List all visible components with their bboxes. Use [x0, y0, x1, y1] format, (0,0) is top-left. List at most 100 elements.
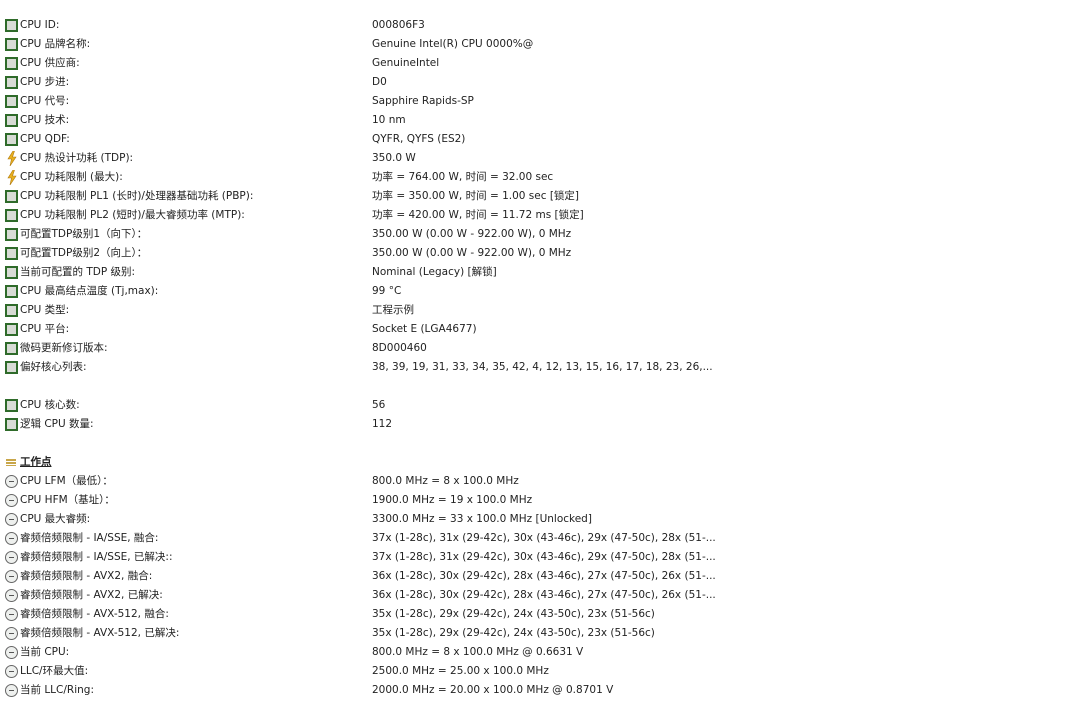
property-row[interactable]: 睿频倍频限制 - AVX2, 已解决: 36x (1-28c), 30x (29-… — [0, 586, 1088, 605]
clock-icon — [5, 513, 18, 526]
chip-icon — [5, 418, 18, 431]
property-row[interactable]: CPU 代号: Sapphire Rapids-SP — [0, 92, 1088, 111]
property-row[interactable]: 睿频倍频限制 - AVX-512, 已解决: 35x (1-28c), 29x (… — [0, 624, 1088, 643]
property-value: 功率 = 420.00 W, 时间 = 11.72 ms [锁定] — [372, 209, 584, 221]
chip-icon — [5, 190, 18, 203]
property-row[interactable]: CPU 功耗限制 PL2 (短时)/最大睿频功率 (MTP): 功率 = 420.… — [0, 206, 1088, 225]
clock-icon — [5, 475, 18, 488]
property-value: QYFR, QYFS (ES2) — [372, 133, 466, 145]
property-label: CPU 功耗限制 (最大): — [20, 171, 123, 183]
clock-icon — [5, 589, 18, 602]
property-value: 56 — [372, 399, 386, 411]
property-value: 800.0 MHz = 8 x 100.0 MHz — [372, 475, 519, 487]
property-value: GenuineIntel — [372, 57, 440, 69]
chip-icon — [5, 266, 18, 279]
chip-icon — [5, 209, 18, 222]
property-label: 可配置TDP级别2（向上）： — [20, 247, 148, 259]
blank-row — [0, 434, 1088, 453]
property-label: 睿频倍频限制 - AVX2, 已解决: — [20, 589, 163, 601]
property-label: CPU 品牌名称: — [20, 38, 91, 50]
property-label: CPU HFM（基址）： — [20, 494, 115, 506]
property-label: 逻辑 CPU 数量: — [20, 418, 94, 430]
property-label: 睿频倍频限制 - AVX-512, 已解决: — [20, 627, 180, 639]
property-row[interactable]: 睿频倍频限制 - IA/SSE, 融合: 37x (1-28c), 31x (29… — [0, 529, 1088, 548]
property-row[interactable]: 当前可配置的 TDP 级别: Nominal (Legacy) [解锁] — [0, 263, 1088, 282]
chip-icon — [5, 133, 18, 146]
section-title: 工作点 — [20, 456, 52, 468]
property-label: 当前可配置的 TDP 级别: — [20, 266, 136, 278]
chip-icon — [5, 304, 18, 317]
bolt-icon — [7, 150, 17, 167]
chip-icon — [5, 76, 18, 89]
chip-icon — [5, 57, 18, 70]
property-value: 350.00 W (0.00 W - 922.00 W), 0 MHz — [372, 247, 572, 259]
property-value: Nominal (Legacy) [解锁] — [372, 266, 497, 278]
property-row[interactable]: 当前 CPU: 800.0 MHz = 8 x 100.0 MHz @ 0.663… — [0, 643, 1088, 662]
property-label: CPU ID: — [20, 19, 60, 31]
property-value: 1900.0 MHz = 19 x 100.0 MHz — [372, 494, 533, 506]
property-value: 3300.0 MHz = 33 x 100.0 MHz [Unlocked] — [372, 513, 592, 525]
property-row[interactable]: CPU 最大睿频: 3300.0 MHz = 33 x 100.0 MHz [Un… — [0, 510, 1088, 529]
property-row[interactable]: CPU 品牌名称: Genuine Intel(R) CPU 0000%@ — [0, 35, 1088, 54]
property-row[interactable]: CPU 平台: Socket E (LGA4677) — [0, 320, 1088, 339]
property-label: 睿频倍频限制 - AVX2, 融合: — [20, 570, 153, 582]
property-row[interactable]: CPU LFM（最低）： 800.0 MHz = 8 x 100.0 MHz — [0, 472, 1088, 491]
property-label: 可配置TDP级别1（向下）： — [20, 228, 148, 240]
property-row[interactable]: CPU 最高结点温度 (Tj,max): 99 °C — [0, 282, 1088, 301]
property-label: LLC/环最大值: — [20, 665, 89, 677]
property-row[interactable]: CPU ID: 000806F3 — [0, 16, 1088, 35]
property-value: 37x (1-28c), 31x (29-42c), 30x (43-46c),… — [372, 551, 716, 563]
property-row[interactable]: CPU QDF: QYFR, QYFS (ES2) — [0, 130, 1088, 149]
property-value: 35x (1-28c), 29x (29-42c), 24x (43-50c),… — [372, 627, 655, 639]
property-label: 当前 LLC/Ring: — [20, 684, 94, 696]
property-row[interactable]: 偏好核心列表: 38, 39, 19, 31, 33, 34, 35, 42, 4… — [0, 358, 1088, 377]
clock-icon — [5, 684, 18, 697]
chip-icon — [5, 114, 18, 127]
property-value: 38, 39, 19, 31, 33, 34, 35, 42, 4, 12, 1… — [372, 361, 713, 373]
property-row[interactable]: CPU HFM（基址）： 1900.0 MHz = 19 x 100.0 MHz — [0, 491, 1088, 510]
property-label: CPU 步进: — [20, 76, 70, 88]
property-row[interactable]: 当前 LLC/Ring: 2000.0 MHz = 20.00 x 100.0 M… — [0, 681, 1088, 700]
property-row[interactable]: CPU 热设计功耗 (TDP): 350.0 W — [0, 149, 1088, 168]
property-label: CPU 最高结点温度 (Tj,max): — [20, 285, 159, 297]
property-value: 800.0 MHz = 8 x 100.0 MHz @ 0.6631 V — [372, 646, 584, 658]
property-value: Socket E (LGA4677) — [372, 323, 477, 335]
property-row[interactable]: CPU 类型: 工程示例 — [0, 301, 1088, 320]
section-icon — [6, 459, 16, 466]
blank-row — [0, 377, 1088, 396]
property-label: CPU 功耗限制 PL1 (长时)/处理器基础功耗 (PBP): — [20, 190, 254, 202]
section-header[interactable]: 工作点 — [0, 453, 1088, 472]
property-value: 112 — [372, 418, 393, 430]
property-row[interactable]: 可配置TDP级别1（向下）： 350.00 W (0.00 W - 922.00 … — [0, 225, 1088, 244]
property-label: CPU 最大睿频: — [20, 513, 91, 525]
property-label: CPU 代号: — [20, 95, 70, 107]
property-row[interactable]: 睿频倍频限制 - AVX2, 融合: 36x (1-28c), 30x (29-4… — [0, 567, 1088, 586]
clock-icon — [5, 532, 18, 545]
property-row[interactable]: 微码更新修订版本: 8D000460 — [0, 339, 1088, 358]
property-row[interactable]: CPU 技术: 10 nm — [0, 111, 1088, 130]
clock-icon — [5, 570, 18, 583]
property-row[interactable]: CPU 步进: D0 — [0, 73, 1088, 92]
property-label: CPU 热设计功耗 (TDP): — [20, 152, 134, 164]
property-row[interactable]: CPU 功耗限制 PL1 (长时)/处理器基础功耗 (PBP): 功率 = 350… — [0, 187, 1088, 206]
property-value: 2000.0 MHz = 20.00 x 100.0 MHz @ 0.8701 … — [372, 684, 614, 696]
chip-icon — [5, 95, 18, 108]
clock-icon — [5, 665, 18, 678]
property-label: 偏好核心列表: — [20, 361, 87, 373]
property-value: 99 °C — [372, 285, 402, 297]
property-value: 工程示例 — [372, 304, 414, 316]
chip-icon — [5, 323, 18, 336]
property-row[interactable]: 可配置TDP级别2（向上）： 350.00 W (0.00 W - 922.00 … — [0, 244, 1088, 263]
property-label: CPU 平台: — [20, 323, 70, 335]
property-row[interactable]: 睿频倍频限制 - IA/SSE, 已解决:: 37x (1-28c), 31x (… — [0, 548, 1088, 567]
property-row[interactable]: CPU 供应商: GenuineIntel — [0, 54, 1088, 73]
property-value: 37x (1-28c), 31x (29-42c), 30x (43-46c),… — [372, 532, 716, 544]
property-row[interactable]: 逻辑 CPU 数量: 112 — [0, 415, 1088, 434]
property-row[interactable]: 睿频倍频限制 - AVX-512, 融合: 35x (1-28c), 29x (2… — [0, 605, 1088, 624]
property-row[interactable]: CPU 功耗限制 (最大): 功率 = 764.00 W, 时间 = 32.00 … — [0, 168, 1088, 187]
property-value: 功率 = 764.00 W, 时间 = 32.00 sec — [372, 171, 554, 183]
property-row[interactable]: LLC/环最大值: 2500.0 MHz = 25.00 x 100.0 MHz — [0, 662, 1088, 681]
property-row[interactable]: CPU 核心数: 56 — [0, 396, 1088, 415]
clock-icon — [5, 551, 18, 564]
chip-icon — [5, 247, 18, 260]
